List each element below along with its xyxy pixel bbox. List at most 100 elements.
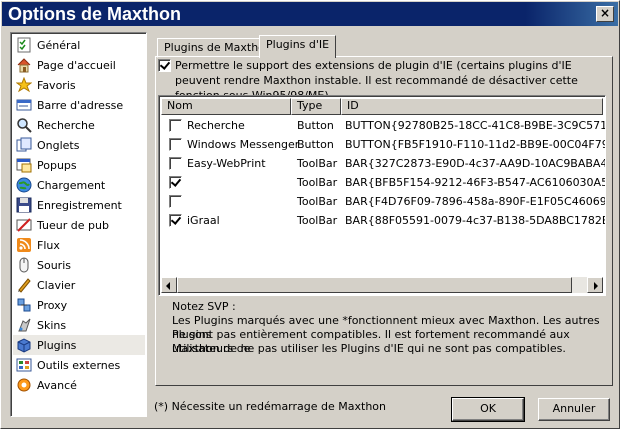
arrow-right-icon (594, 282, 598, 290)
close-button[interactable]: × (596, 6, 614, 22)
sidebar-item-clavier[interactable]: Clavier (13, 275, 145, 295)
ok-button[interactable]: OK (451, 397, 525, 422)
table-row[interactable]: Recherche Button BUTTON{92780B25-18CC-41C8… (161, 116, 605, 135)
sidebar-item-label: Proxy (37, 298, 68, 312)
arrow-left-icon (166, 282, 170, 290)
plugin-id: BAR{BFB5F154-9212-46F3-B547-AC6106030A54… (345, 176, 606, 189)
globe-icon (16, 177, 32, 193)
column-header-type[interactable]: Type (291, 98, 341, 115)
plugin-enable-checkbox[interactable] (169, 119, 182, 132)
sidebar-item-label: Chargement (37, 178, 106, 192)
address-bar-icon (16, 97, 32, 113)
mouse-icon (16, 257, 32, 273)
sidebar-item-label: Souris (37, 258, 71, 272)
note-heading: Notez SVP : (172, 300, 236, 313)
tab-ie-plugins[interactable]: Plugins d'IE (259, 35, 337, 58)
sidebar-item-label: Page d'accueil (37, 58, 116, 72)
rss-icon (16, 237, 32, 253)
tabs-icon (16, 137, 32, 153)
sidebar-item-label: Enregistrement (37, 198, 122, 212)
sidebar-item-chargement[interactable]: Chargement (13, 175, 145, 195)
sidebar-item-enregistrement[interactable]: Enregistrement (13, 195, 145, 215)
column-header-name[interactable]: Nom (161, 98, 291, 115)
ie-support-checkbox[interactable] (158, 59, 171, 75)
scrollbar-thumb[interactable] (177, 277, 572, 293)
plugin-name: Windows Messenger (187, 138, 300, 151)
horizontal-scrollbar[interactable] (161, 277, 603, 293)
skins-icon (16, 317, 32, 333)
plugin-enable-checkbox[interactable] (169, 138, 182, 151)
tools-icon (16, 357, 32, 373)
ad-killer-icon (16, 217, 32, 233)
plugin-type: ToolBar (297, 176, 338, 189)
column-header-id[interactable]: ID (341, 98, 603, 115)
sidebar-item-label: Popups (37, 158, 77, 172)
cancel-button[interactable]: Annuler (538, 398, 610, 421)
plugin-enable-checkbox[interactable] (169, 214, 182, 227)
note-line: Maxthon de ne pas utiliser les Plugins d… (172, 342, 566, 355)
scroll-right-button[interactable] (587, 277, 603, 293)
table-row[interactable]: Easy-WebPrint ToolBar BAR{327C2873-E90D-4c… (161, 154, 605, 173)
plugin-id: BUTTON{92780B25-18CC-41C8-B9BE-3C9C571A8… (345, 119, 606, 132)
plugin-type: ToolBar (297, 214, 338, 227)
keyboard-icon (16, 277, 32, 293)
note-box: Notez SVP : Les Plugins marqués avec une… (158, 298, 606, 364)
sidebar-item-label: Flux (37, 238, 60, 252)
sidebar-item-label: Avancé (37, 378, 77, 392)
sidebar-item-label: Skins (37, 318, 67, 332)
search-icon (16, 117, 32, 133)
sidebar-item-barre-d-adresse[interactable]: Barre d'adresse (13, 95, 145, 115)
plugin-enable-checkbox[interactable] (169, 176, 182, 189)
plugin-id: BAR{88F05591-0079-4c37-B138-5DA8BC1782EF… (345, 214, 606, 227)
plugin-id: BAR{F4D76F09-7896-458a-890F-E1F05C46069F… (345, 195, 606, 208)
sidebar-item-label: Outils externes (37, 358, 121, 372)
plugin-type: Button (297, 119, 334, 132)
star-icon (15, 76, 33, 93)
category-list[interactable]: Général Page d'accueil Favoris Barre d'adre… (10, 32, 147, 417)
table-row[interactable]: iGraal ToolBar BAR{88F05591-0079-4c37-B138… (161, 211, 605, 230)
sidebar-item-tueur-de-pub[interactable]: Tueur de pub (13, 215, 145, 235)
sidebar-item-favoris[interactable]: Favoris (13, 75, 145, 95)
sidebar-item-souris[interactable]: Souris (13, 255, 145, 275)
table-row[interactable]: Windows Messenger Button BUTTON{FB5F1910-F… (161, 135, 605, 154)
sidebar-item-g-n-ral[interactable]: Général (13, 35, 145, 55)
plugin-enable-checkbox[interactable] (169, 157, 182, 170)
sidebar-item-label: Recherche (37, 118, 95, 132)
sidebar-item-label: Onglets (37, 138, 80, 152)
plugin-name: Easy-WebPrint (187, 157, 266, 170)
sidebar-item-avanc-[interactable]: Avancé (13, 375, 145, 395)
sidebar-item-proxy[interactable]: Proxy (13, 295, 145, 315)
sidebar-item-label: Favoris (37, 78, 76, 92)
plugin-list[interactable]: Nom Type ID Recherche Button BUTTON{92780B… (158, 95, 606, 296)
plugin-enable-checkbox[interactable] (169, 195, 182, 208)
sidebar-item-label: Clavier (37, 278, 76, 292)
sidebar-item-page-d-accueil[interactable]: Page d'accueil (13, 55, 145, 75)
save-icon (16, 197, 32, 213)
sidebar-item-skins[interactable]: Skins (13, 315, 145, 335)
sidebar-item-label: Plugins (37, 338, 77, 352)
plugin-type: ToolBar (297, 157, 338, 170)
popup-icon (16, 157, 32, 173)
sidebar-item-label: Tueur de pub (37, 218, 109, 232)
plugin-type: Button (297, 138, 334, 151)
plugin-icon (16, 337, 32, 353)
sidebar-item-recherche[interactable]: Recherche (13, 115, 145, 135)
plugin-id: BUTTON{FB5F1910-F110-11d2-BB9E-00C04F795… (345, 138, 605, 151)
sidebar-item-plugins[interactable]: Plugins (13, 335, 145, 355)
sidebar-item-popups[interactable]: Popups (13, 155, 145, 175)
ie-support-check-box[interactable] (158, 59, 171, 72)
sidebar-item-onglets[interactable]: Onglets (13, 135, 145, 155)
title-bar[interactable]: Options de Maxthon × (2, 2, 618, 26)
plugin-type: ToolBar (297, 195, 338, 208)
window-title: Options de Maxthon (8, 4, 181, 24)
table-row[interactable]: ToolBar BAR{F4D76F09-7896-458a-890F-E1F05… (161, 192, 605, 211)
sidebar-item-flux[interactable]: Flux (13, 235, 145, 255)
sidebar-item-label: Général (37, 38, 81, 52)
options-dialog: Options de Maxthon × Général Page d'accue… (0, 0, 620, 429)
table-row[interactable]: ToolBar BAR{BFB5F154-9212-46F3-B547-AC610… (161, 173, 605, 192)
proxy-icon (16, 297, 32, 313)
home-icon (16, 57, 32, 73)
scroll-left-button[interactable] (161, 277, 177, 293)
sidebar-item-outils-externes[interactable]: Outils externes (13, 355, 145, 375)
checklist-icon (16, 37, 32, 53)
